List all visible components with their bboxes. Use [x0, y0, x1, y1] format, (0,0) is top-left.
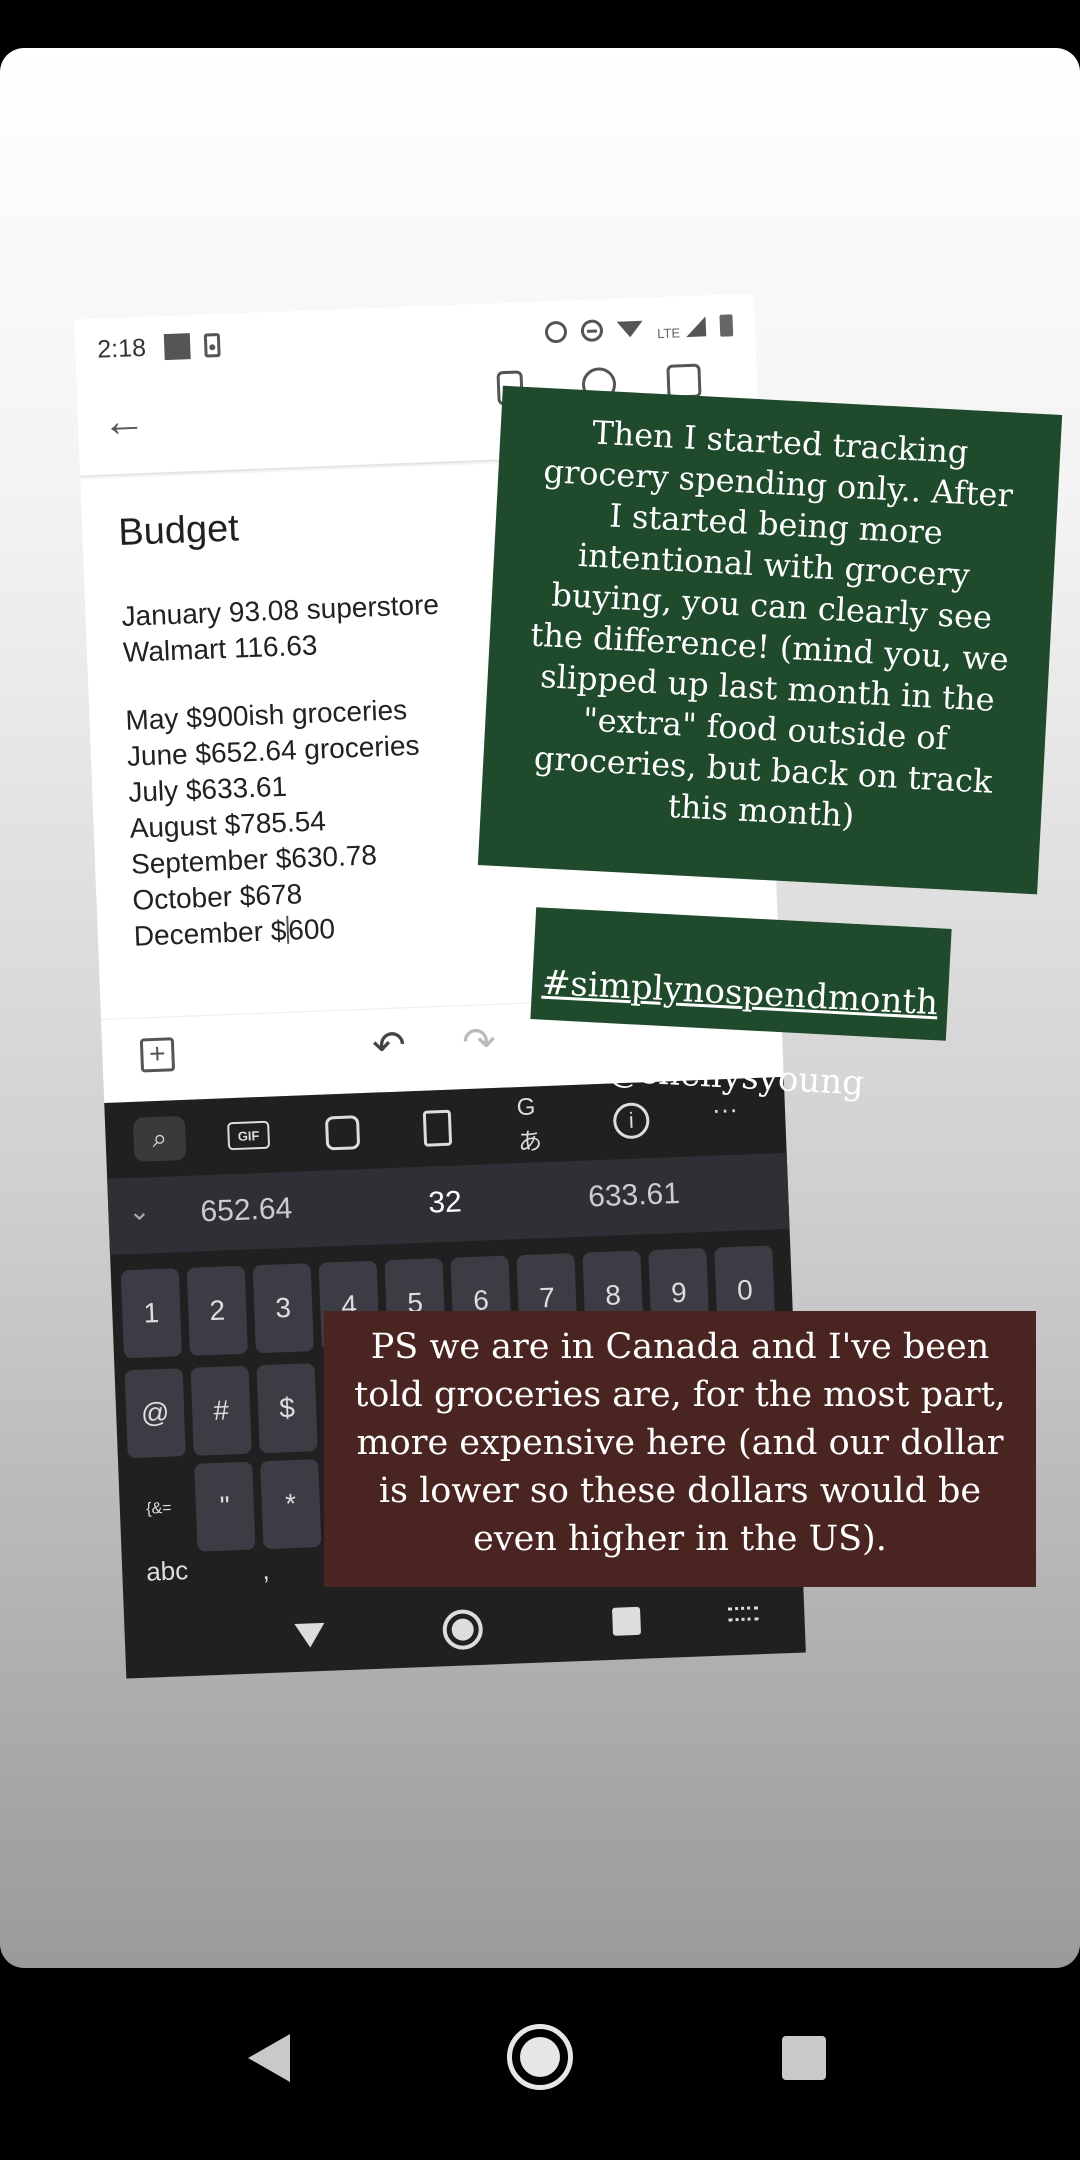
- battery-icon: [719, 314, 734, 337]
- nav-back-icon[interactable]: [294, 1622, 326, 1649]
- status-time: 2:18: [96, 333, 147, 364]
- system-back-icon[interactable]: [248, 2034, 290, 2082]
- collapse-icon[interactable]: ⌄: [128, 1195, 151, 1227]
- nav-home-icon[interactable]: [441, 1608, 484, 1651]
- nav-recents-icon[interactable]: [611, 1606, 642, 1636]
- undo-icon[interactable]: ↶: [371, 1022, 406, 1069]
- key-2[interactable]: 2: [186, 1265, 248, 1356]
- clipboard-icon[interactable]: [422, 1109, 453, 1147]
- suggestion-3[interactable]: 633.61: [588, 1177, 681, 1214]
- alarm-icon: [544, 320, 568, 344]
- wifi-icon: [616, 320, 644, 338]
- note-text-after-caret: 600: [287, 913, 336, 946]
- abc-key[interactable]: abc: [146, 1555, 189, 1588]
- hashtag-link[interactable]: #simplynospendmonth: [539, 962, 941, 1025]
- key-quote[interactable]: ": [194, 1461, 256, 1552]
- key-3[interactable]: 3: [252, 1263, 314, 1354]
- suggestion-2[interactable]: 32: [428, 1185, 463, 1220]
- back-arrow-icon[interactable]: ←: [101, 396, 147, 447]
- keyboard-switch-icon[interactable]: [728, 1606, 759, 1622]
- notification-square-icon: [163, 333, 191, 361]
- key-1[interactable]: 1: [120, 1268, 183, 1359]
- comma-key[interactable]: ,: [262, 1555, 270, 1586]
- do-not-disturb-icon: [580, 319, 604, 343]
- story-card: 2:18 LTE ← Budget January 93.08 supersto…: [0, 48, 1080, 1968]
- system-nav-bar: [0, 1968, 1080, 2160]
- suggestion-1[interactable]: 652.64: [200, 1192, 293, 1229]
- signal-icon: [685, 316, 707, 338]
- system-home-icon[interactable]: [507, 2024, 573, 2090]
- gif-icon[interactable]: GIF: [227, 1120, 271, 1151]
- speaker-icon: [203, 332, 221, 358]
- sticker-icon[interactable]: [324, 1115, 361, 1151]
- status-icons: LTE: [544, 313, 734, 345]
- hashtag-caption: #simplynospendmonth @shellysyoung: [530, 907, 952, 1104]
- add-box-icon[interactable]: +: [139, 1037, 176, 1073]
- key-symbols-toggle[interactable]: {&=: [128, 1464, 189, 1554]
- key-hash[interactable]: #: [190, 1365, 252, 1456]
- key-at[interactable]: @: [124, 1368, 186, 1459]
- lte-label: LTE: [656, 324, 681, 341]
- maroon-caption: PS we are in Canada and I've been told g…: [324, 1311, 1036, 1587]
- redo-icon[interactable]: ↷: [461, 1019, 496, 1066]
- key-asterisk[interactable]: *: [260, 1459, 322, 1550]
- keyboard-nav-bar: [124, 1586, 806, 1678]
- note-text-before-caret: December $: [133, 914, 287, 952]
- green-caption: Then I started tracking grocery spending…: [477, 385, 1063, 895]
- system-recents-icon[interactable]: [782, 2036, 826, 2080]
- search-icon[interactable]: ⌕: [132, 1115, 187, 1162]
- user-handle[interactable]: @shellysyoung: [535, 1045, 937, 1108]
- key-dollar[interactable]: $: [256, 1363, 318, 1454]
